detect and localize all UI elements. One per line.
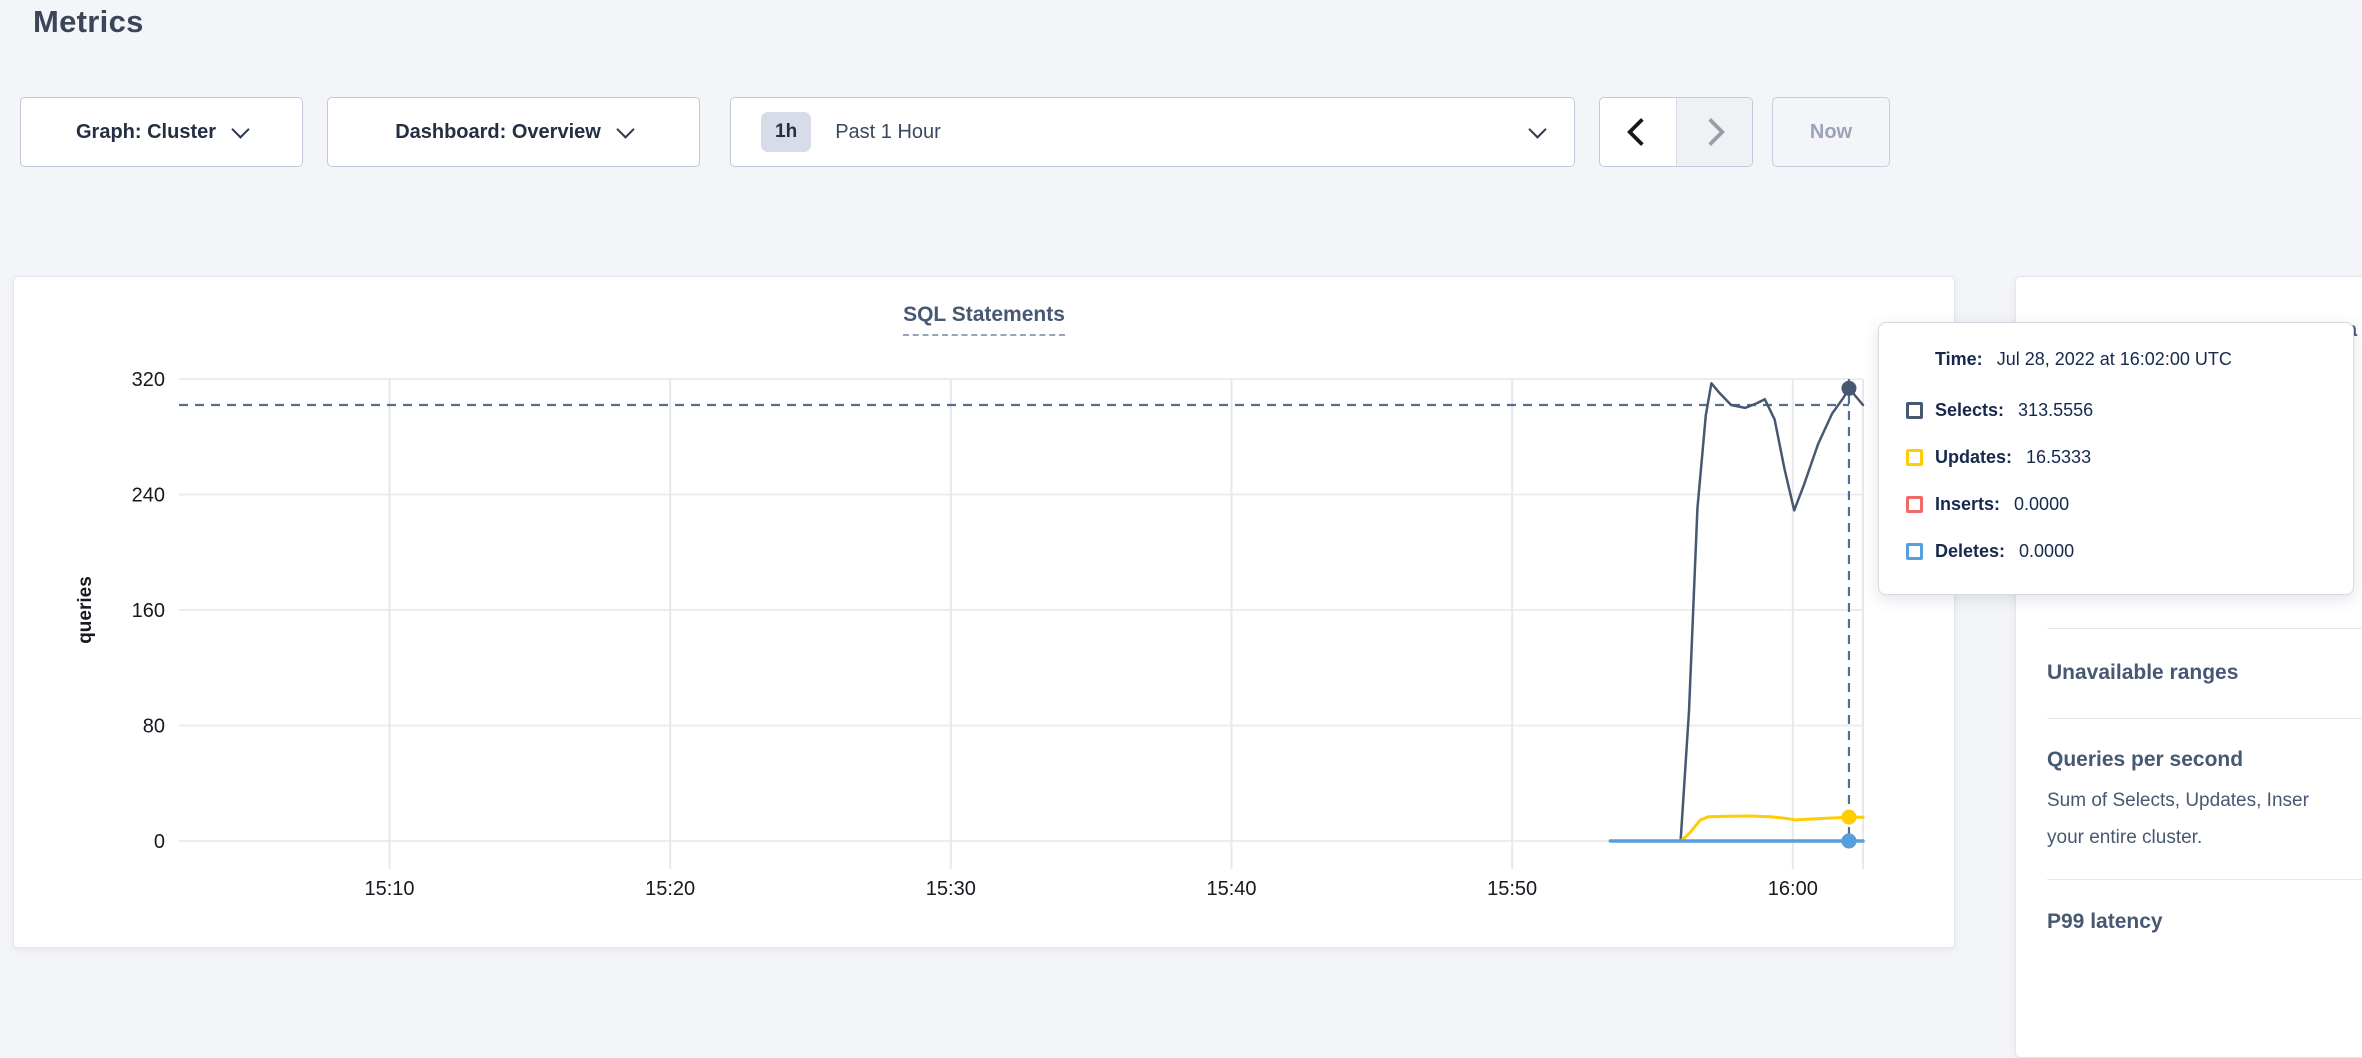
chevron-down-icon: [1528, 120, 1546, 138]
metrics-page: { "header": { "title": "Metrics" }, "too…: [0, 0, 2362, 966]
hover-dot-deletes: [1841, 834, 1856, 849]
time-range-badge: 1h: [761, 112, 811, 152]
tooltip-series-label: Deletes:: [1935, 541, 2005, 562]
y-axis-label: queries: [75, 576, 97, 644]
dashboard-dropdown[interactable]: Dashboard: Overview: [327, 97, 700, 167]
series-swatch-icon: [1906, 543, 1923, 560]
chart-hover-tooltip: Time: Jul 28, 2022 at 16:02:00 UTC Select…: [1878, 322, 2354, 595]
y-tick-label: 160: [132, 600, 165, 622]
tooltip-series-row: Selects: 313.5556: [1906, 387, 2353, 434]
time-nav-group: [1599, 97, 1753, 167]
tooltip-time-label: Time:: [1935, 349, 1983, 369]
x-tick-label: 15:30: [926, 878, 976, 900]
graph-scope-label: Graph: Cluster: [76, 121, 216, 144]
time-range-picker[interactable]: 1h Past 1 Hour: [730, 97, 1575, 167]
next-time-button[interactable]: [1676, 98, 1753, 166]
series-line-updates: [1610, 816, 1863, 841]
tooltip-series-value: 16.5333: [2026, 447, 2091, 468]
sql-statements-chart[interactable]: 0 80 160 240 320 15:10 15:20 15:30 15:40 15:50 16:…: [14, 277, 1954, 947]
sidebar-heading-queries-per-second: Queries per second: [2047, 748, 2243, 772]
page-title: Metrics: [33, 4, 144, 40]
sidebar-heading-unavailable-ranges: Unavailable ranges: [2047, 661, 2238, 685]
y-tick-label: 240: [132, 485, 165, 507]
sidebar-description-line: Sum of Selects, Updates, Inser: [2047, 782, 2309, 819]
y-tick-label: 320: [132, 369, 165, 391]
series-swatch-icon: [1906, 402, 1923, 419]
chevron-down-icon: [231, 120, 249, 138]
tooltip-series-row: Deletes: 0.0000: [1906, 528, 2353, 575]
tooltip-series-value: 313.5556: [2018, 400, 2093, 421]
y-tick-label: 0: [154, 831, 165, 853]
x-tick-label: 15:10: [364, 878, 414, 900]
tooltip-series-value: 0.0000: [2014, 494, 2069, 515]
tooltip-series-label: Selects:: [1935, 400, 2004, 421]
divider: [2047, 718, 2362, 719]
tooltip-time-row: Time: Jul 28, 2022 at 16:02:00 UTC: [1935, 349, 2353, 387]
divider: [2047, 628, 2362, 629]
x-tick-label: 15:20: [645, 878, 695, 900]
x-tick-label: 15:50: [1487, 878, 1537, 900]
x-tick-label: 16:00: [1768, 878, 1818, 900]
prev-time-button[interactable]: [1600, 98, 1676, 166]
series-swatch-icon: [1906, 449, 1923, 466]
dashboard-label: Dashboard: Overview: [395, 121, 601, 144]
series-swatch-icon: [1906, 496, 1923, 513]
tooltip-rows: Selects: 313.5556 Updates: 16.5333 Inserts: 0…: [1906, 387, 2353, 575]
sidebar-description-line: your entire cluster.: [2047, 819, 2309, 856]
chevron-right-icon: [1697, 118, 1725, 146]
series-line-selects: [1610, 383, 1863, 841]
chevron-down-icon: [616, 120, 634, 138]
x-tick-label: 15:40: [1206, 878, 1256, 900]
now-button[interactable]: Now: [1772, 97, 1890, 167]
sidebar-heading-p99-latency: P99 latency: [2047, 910, 2163, 934]
tooltip-series-label: Inserts:: [1935, 494, 2000, 515]
tooltip-series-label: Updates:: [1935, 447, 2012, 468]
time-range-label: Past 1 Hour: [835, 121, 941, 144]
tooltip-series-value: 0.0000: [2019, 541, 2074, 562]
sidebar-description: Sum of Selects, Updates, Inser your enti…: [2047, 782, 2309, 856]
y-tick-label: 80: [143, 716, 165, 738]
tooltip-series-row: Updates: 16.5333: [1906, 434, 2353, 481]
graph-scope-dropdown[interactable]: Graph: Cluster: [20, 97, 303, 167]
divider: [2047, 879, 2362, 880]
tooltip-time-value: Jul 28, 2022 at 16:02:00 UTC: [1997, 349, 2232, 369]
sql-statements-card: SQL Statements 08016024032015:1015:2015:…: [13, 276, 1955, 948]
chevron-left-icon: [1627, 118, 1655, 146]
hover-dot-selects: [1841, 381, 1856, 396]
tooltip-series-row: Inserts: 0.0000: [1906, 481, 2353, 528]
hover-dot-updates: [1841, 810, 1856, 825]
